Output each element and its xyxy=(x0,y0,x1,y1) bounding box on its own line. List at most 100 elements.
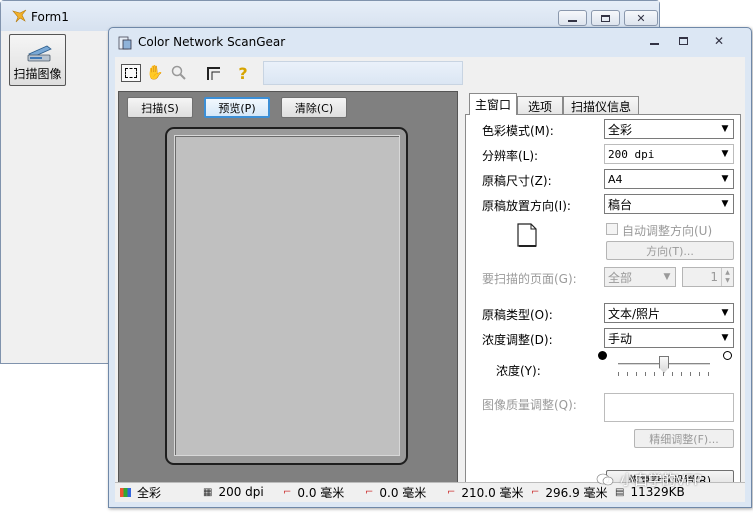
scangear-client: ✋ ? 扫描(S) 预览(P) 清除(C) 主窗口 选项 扫描仪信息 色彩模式(… xyxy=(115,57,745,502)
scan-image-button[interactable]: 扫描图像 xyxy=(9,34,66,86)
tab-scanner-info[interactable]: 扫描仪信息 xyxy=(563,96,639,115)
fine-adjust-button-label: 精细调整(F)... xyxy=(649,432,719,446)
color-mode-select[interactable]: 全彩 ▼ xyxy=(604,119,734,139)
density-adjust-select[interactable]: 手动 ▼ xyxy=(604,328,734,348)
original-type-select[interactable]: 文本/照片 ▼ xyxy=(604,303,734,323)
page-orientation-icon xyxy=(516,222,538,248)
close-icon: ✕ xyxy=(713,33,725,48)
original-size-select[interactable]: A4 ▼ xyxy=(604,169,734,189)
x-offset-icon: ⌐ xyxy=(283,486,292,498)
watermark: 小白学的VFP xyxy=(596,470,702,490)
density-adjust-label: 浓度调整(D): xyxy=(482,333,553,347)
scanner-app-icon xyxy=(117,35,133,51)
chevron-down-icon: ▼ xyxy=(721,124,729,134)
density-slider[interactable] xyxy=(598,348,732,380)
tab-options-label: 选项 xyxy=(527,99,552,114)
dialog-maximize-button[interactable] xyxy=(669,32,697,49)
width-icon: ⌐ xyxy=(447,486,456,498)
pages-label: 要扫描的页面(G): xyxy=(482,272,577,286)
density-adjust-value: 手动 xyxy=(608,331,633,346)
dialog-minimize-button[interactable] xyxy=(640,32,668,49)
crop-corner-icon[interactable] xyxy=(203,64,223,82)
direction-button-label: 方向(T)... xyxy=(646,244,694,258)
maximize-icon xyxy=(601,14,610,22)
dialog-close-button[interactable]: ✕ xyxy=(699,32,739,49)
original-type-label: 原稿类型(O): xyxy=(482,308,553,322)
pages-select[interactable]: 全部 ▼ xyxy=(604,267,676,287)
status-color-value: 全彩 xyxy=(137,485,162,500)
minimize-button[interactable] xyxy=(558,10,587,26)
scangear-title: Color Network ScanGear xyxy=(138,35,286,49)
color-mode-value: 全彩 xyxy=(608,122,633,137)
tab-page: 色彩模式(M): 全彩 ▼ 分辨率(L): 200 dpi ▼ 原稿尺寸(Z):… xyxy=(465,114,741,499)
maximize-button[interactable] xyxy=(591,10,620,26)
height-icon: ⌐ xyxy=(531,486,540,498)
marquee-select-icon[interactable] xyxy=(121,64,141,82)
help-icon[interactable]: ? xyxy=(233,64,253,83)
zoom-icon[interactable] xyxy=(169,64,189,82)
resolution-label: 分辨率(L): xyxy=(482,149,539,163)
orientation-select[interactable]: 稿台 ▼ xyxy=(604,194,734,214)
original-size-value: A4 xyxy=(608,172,623,186)
tab-main-label: 主窗口 xyxy=(474,98,511,112)
preview-button[interactable]: 预览(P) xyxy=(204,97,270,118)
chevron-down-icon: ▼ xyxy=(721,333,729,343)
resolution-select[interactable]: 200 dpi ▼ xyxy=(604,144,734,164)
tab-options[interactable]: 选项 xyxy=(517,96,563,115)
pages-spin-value: 1 xyxy=(710,270,718,284)
preview-toolbar: ✋ ? xyxy=(119,60,261,86)
chevron-down-icon: ▼ xyxy=(721,308,729,318)
section-divider xyxy=(480,457,734,458)
scangear-window: Color Network ScanGear ✕ ✋ ? 扫描(S) 预览(P)… xyxy=(108,27,752,508)
auto-rotate-checkbox[interactable] xyxy=(606,223,618,235)
scan-page-area[interactable] xyxy=(174,135,400,456)
form1-title: Form1 xyxy=(31,10,69,24)
preview-panel: 扫描(S) 预览(P) 清除(C) xyxy=(118,91,458,499)
toolbar-spacer xyxy=(263,61,463,85)
auto-rotate-label: 自动调整方向(U) xyxy=(622,224,713,238)
status-color: 全彩 xyxy=(120,483,161,501)
tab-main[interactable]: 主窗口 xyxy=(469,93,517,115)
chevron-down-icon: ▼ xyxy=(721,149,729,159)
hand-pan-icon[interactable]: ✋ xyxy=(145,64,165,82)
chevron-down-icon: ▼ xyxy=(663,272,671,282)
preview-button-label: 预览(P) xyxy=(218,101,256,115)
status-width-value: 210.0 毫米 xyxy=(461,485,524,500)
status-x-offset: ⌐ 0.0 毫米 xyxy=(283,483,344,501)
clear-button[interactable]: 清除(C) xyxy=(281,97,347,118)
clear-button-label: 清除(C) xyxy=(294,101,334,115)
color-bars-icon xyxy=(120,487,131,497)
status-x-offset-value: 0.0 毫米 xyxy=(297,485,345,500)
fine-adjust-button[interactable]: 精细调整(F)... xyxy=(634,429,734,448)
scan-button-label: 扫描(S) xyxy=(141,101,179,115)
resolution-value: 200 dpi xyxy=(608,147,655,161)
direction-button[interactable]: 方向(T)... xyxy=(606,241,734,260)
close-icon: ✕ xyxy=(636,11,646,25)
pages-spinner[interactable]: 1 ▲ ▼ xyxy=(682,267,734,287)
status-y-offset-value: 0.0 毫米 xyxy=(379,485,427,500)
image-quality-label: 图像质量调整(Q): xyxy=(482,398,577,412)
chat-bubble-icon xyxy=(596,473,614,487)
scan-button[interactable]: 扫描(S) xyxy=(127,97,193,118)
chevron-down-icon: ▼ xyxy=(721,199,729,209)
minimize-icon xyxy=(568,19,577,22)
light-dot-icon xyxy=(723,351,732,360)
scan-image-label: 扫描图像 xyxy=(13,67,62,81)
original-size-label: 原稿尺寸(Z): xyxy=(482,174,552,188)
vfp-app-icon xyxy=(11,8,27,24)
close-button[interactable]: ✕ xyxy=(624,10,658,26)
status-width: ⌐ 210.0 毫米 xyxy=(447,483,524,501)
slider-thumb[interactable] xyxy=(659,356,669,373)
density-label: 浓度(Y): xyxy=(496,364,541,378)
original-type-value: 文本/照片 xyxy=(608,306,661,321)
status-y-offset: ⌐ 0.0 毫米 xyxy=(365,483,426,501)
scanner-icon xyxy=(25,40,53,64)
color-mode-label: 色彩模式(M): xyxy=(482,124,554,138)
spinner-arrows-icon: ▲ ▼ xyxy=(721,268,733,286)
y-offset-icon: ⌐ xyxy=(365,486,374,498)
maximize-icon xyxy=(678,36,688,45)
scangear-titlebar: Color Network ScanGear ✕ xyxy=(109,28,751,56)
dpi-grid-icon: ▦ xyxy=(203,486,213,498)
pages-value: 全部 xyxy=(608,270,633,285)
orientation-label: 原稿放置方向(I): xyxy=(482,199,571,213)
